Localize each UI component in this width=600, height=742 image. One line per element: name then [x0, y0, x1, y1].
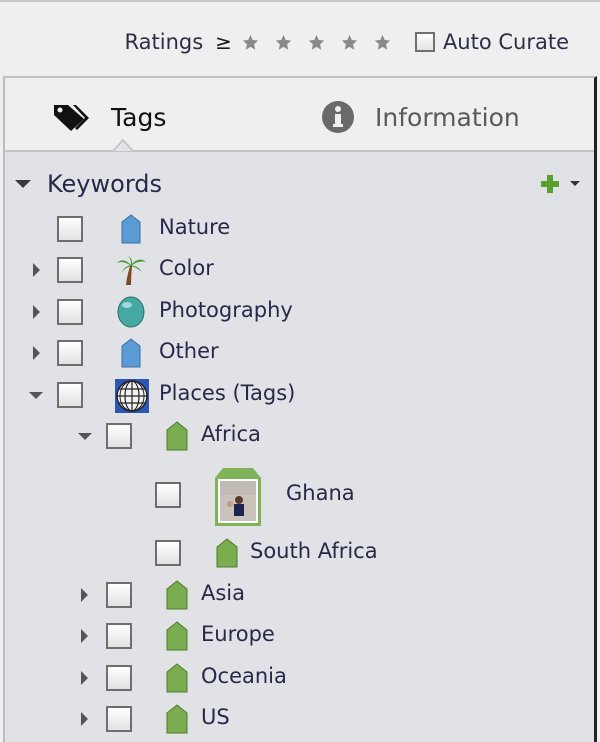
tab-tags[interactable]: Tags — [51, 98, 166, 136]
expand-arrow-icon[interactable] — [81, 712, 88, 726]
expand-arrow-icon[interactable] — [33, 346, 40, 360]
green-tag-icon — [161, 579, 193, 611]
collapse-arrow-icon[interactable] — [29, 392, 43, 399]
keyword-label: Europe — [201, 622, 275, 646]
star-icon[interactable] — [275, 34, 292, 51]
ratings-filter: Ratings ≥ Auto Curate — [125, 26, 569, 58]
keyword-row[interactable]: Places (Tags) — [5, 378, 594, 413]
expand-arrow-icon[interactable] — [81, 629, 88, 643]
keywords-tree: Keywords Nature Color Photography Other Plac… — [5, 152, 594, 742]
green-tag-icon — [161, 420, 193, 452]
keyword-label: Color — [159, 256, 214, 280]
keyword-label: Nature — [159, 215, 231, 239]
info-icon — [322, 101, 354, 133]
tab-information[interactable]: Information — [321, 98, 520, 136]
expand-arrow-icon[interactable] — [33, 263, 40, 277]
tab-tags-label: Tags — [111, 102, 167, 132]
photo-tag-thumbnail — [213, 466, 263, 528]
keyword-label: South Africa — [250, 539, 378, 563]
keyword-row[interactable]: Nature — [5, 212, 594, 246]
keyword-row[interactable]: Europe — [5, 619, 594, 653]
star-icon[interactable] — [341, 34, 358, 51]
keyword-row[interactable]: Ghana — [5, 468, 594, 526]
palm-tree-icon — [115, 254, 147, 286]
add-menu-chevron-down-icon[interactable] — [570, 181, 580, 186]
keyword-checkbox[interactable] — [106, 706, 132, 732]
keyword-checkbox[interactable] — [57, 257, 83, 283]
teal-oval-icon — [115, 296, 147, 328]
keywords-title: Keywords — [47, 170, 163, 198]
tags-panel: Tags Information Keywords Nature Color Ph — [3, 76, 597, 742]
keyword-label: Photography — [159, 298, 293, 322]
keyword-label: US — [201, 705, 230, 729]
green-tag-icon — [161, 703, 193, 735]
blue-tag-icon — [115, 213, 147, 245]
keyword-checkbox[interactable] — [106, 582, 132, 608]
expand-arrow-icon[interactable] — [81, 671, 88, 685]
keyword-row[interactable]: South Africa — [5, 536, 594, 570]
ratings-label: Ratings — [124, 30, 204, 54]
tag-icon — [54, 105, 89, 131]
star-icon[interactable] — [242, 34, 259, 51]
keyword-row[interactable]: Asia — [5, 578, 594, 612]
collapse-arrow-icon[interactable] — [78, 433, 92, 440]
collapse-arrow-icon[interactable] — [15, 180, 31, 188]
keyword-checkbox[interactable] — [106, 665, 132, 691]
ratings-operator[interactable]: ≥ — [215, 30, 232, 54]
panel-tabs: Tags Information — [5, 78, 594, 152]
keyword-row[interactable]: Africa — [5, 419, 594, 453]
active-tab-indicator — [113, 139, 133, 151]
keywords-header[interactable]: Keywords — [5, 170, 594, 198]
keyword-row[interactable]: US — [5, 702, 594, 736]
keyword-label: Other — [159, 339, 219, 363]
globe-icon — [115, 379, 149, 413]
green-tag-icon — [211, 537, 243, 569]
ratings-stars — [242, 34, 407, 51]
keyword-checkbox[interactable] — [106, 423, 132, 449]
plus-icon[interactable] — [540, 174, 560, 194]
keyword-label: Ghana — [286, 481, 355, 505]
keyword-checkbox[interactable] — [155, 540, 181, 566]
auto-curate-checkbox[interactable] — [414, 32, 435, 52]
keyword-checkbox[interactable] — [106, 623, 132, 649]
keyword-checkbox[interactable] — [57, 299, 83, 325]
keyword-row[interactable]: Color — [5, 253, 594, 287]
keyword-label: Asia — [201, 581, 246, 605]
keyword-row[interactable]: Photography — [5, 295, 594, 329]
keyword-label: Places (Tags) — [159, 381, 296, 405]
filter-bar: Ratings ≥ Auto Curate — [0, 0, 600, 76]
keyword-checkbox[interactable] — [57, 340, 83, 366]
tab-information-label: Information — [375, 102, 520, 132]
keyword-label: Oceania — [201, 664, 287, 688]
keyword-checkbox[interactable] — [57, 382, 83, 408]
keyword-row[interactable]: Oceania — [5, 661, 594, 695]
star-icon[interactable] — [308, 34, 325, 51]
green-tag-icon — [161, 662, 193, 694]
keyword-label: Africa — [201, 422, 261, 446]
star-icon[interactable] — [374, 34, 391, 51]
keyword-checkbox[interactable] — [57, 216, 83, 242]
green-tag-icon — [161, 620, 193, 652]
keyword-checkbox[interactable] — [155, 482, 181, 508]
expand-arrow-icon[interactable] — [33, 305, 40, 319]
keyword-row[interactable]: Other — [5, 336, 594, 370]
auto-curate-label[interactable]: Auto Curate — [443, 30, 569, 54]
blue-tag-icon — [115, 337, 147, 369]
expand-arrow-icon[interactable] — [81, 588, 88, 602]
